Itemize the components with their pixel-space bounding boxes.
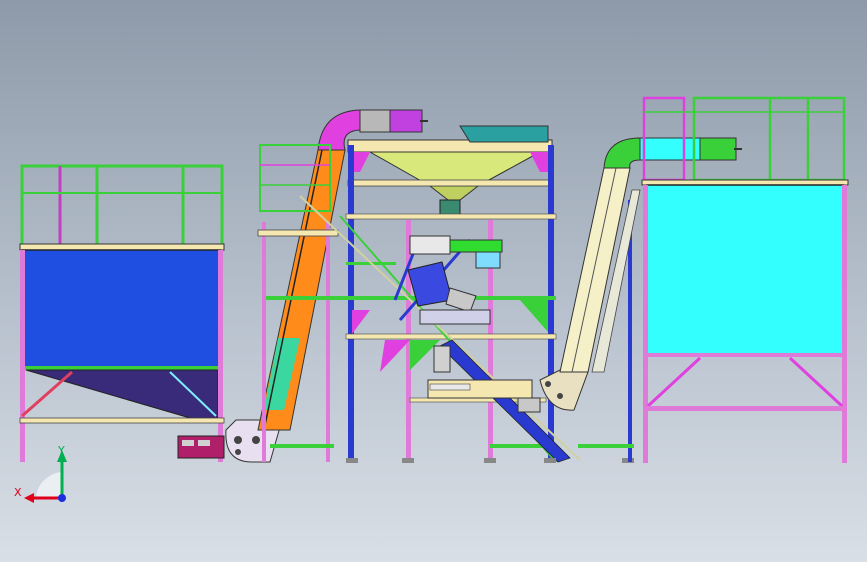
y-axis-label: Y — [57, 444, 65, 457]
z-axis-dot — [58, 494, 66, 502]
x-axis-label: X — [14, 486, 22, 499]
cad-drawing: Y X — [14, 96, 849, 503]
cad-viewport[interactable]: Y X — [0, 0, 867, 562]
right-hopper-body — [646, 184, 844, 356]
left-hopper-station — [19, 164, 225, 462]
left-drive-motor — [177, 435, 225, 459]
left-hopper-body — [21, 249, 221, 369]
